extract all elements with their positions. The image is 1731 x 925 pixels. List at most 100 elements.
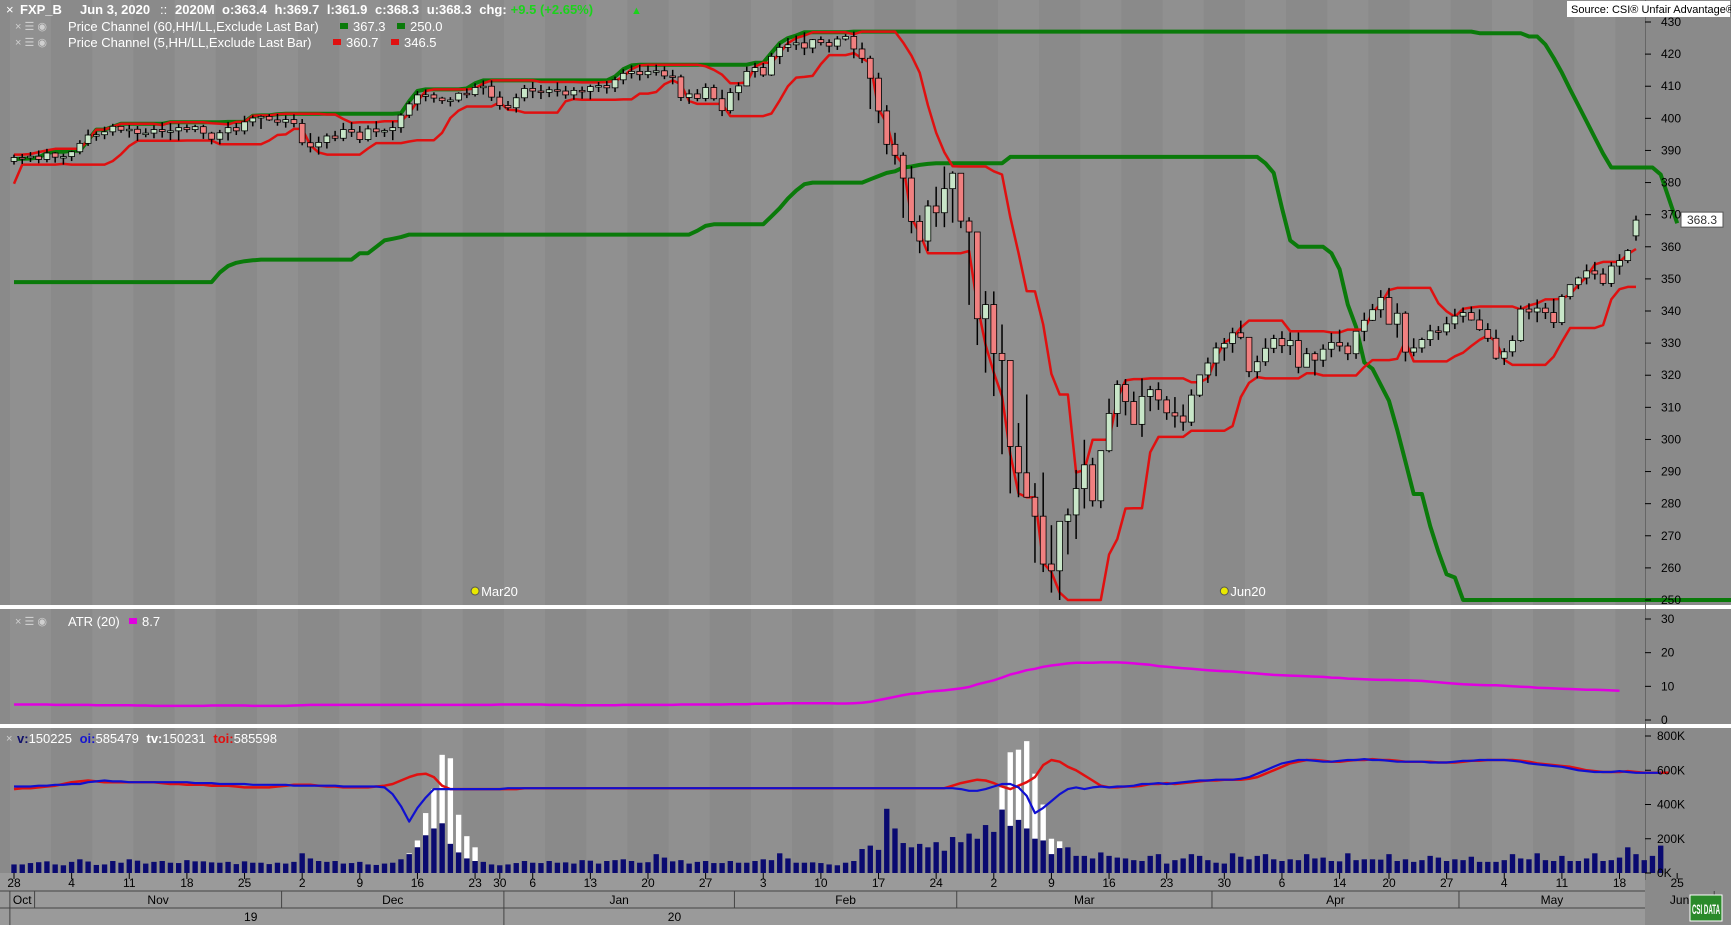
candle-body [200, 126, 207, 134]
volume-bar [801, 862, 808, 873]
volume-bar [52, 864, 58, 873]
candle-body [941, 188, 948, 214]
candle-body [899, 154, 907, 179]
week-stripe [1409, 0, 1451, 880]
candle-body [1303, 353, 1310, 368]
total-volume-bar [447, 758, 454, 844]
candle-body [290, 119, 298, 124]
candle-body [1105, 413, 1113, 452]
volume-bar [1213, 862, 1219, 873]
day-tick-label: 16 [411, 876, 425, 890]
volume-bar [530, 862, 536, 873]
panel-divider-2[interactable] [0, 724, 1731, 728]
candle-body [298, 123, 306, 144]
volume-bar [1633, 854, 1639, 873]
candle-body [1492, 337, 1500, 359]
volume-bar [439, 823, 445, 873]
candle-body [27, 155, 34, 159]
legend-close-icon[interactable]: × ☰ ◉ [15, 21, 47, 33]
week-stripe [1162, 0, 1204, 880]
candle-body [1278, 338, 1286, 347]
legend2-close-icon[interactable]: × ☰ ◉ [15, 37, 47, 49]
candle [405, 101, 413, 119]
volume-bar [842, 862, 849, 873]
candle-body [1369, 309, 1376, 321]
volume-bar [1534, 853, 1540, 873]
legend-pc5-label[interactable]: Price Channel (5,HH/LL,Exclude Last Bar) [68, 35, 312, 50]
day-tick-label: 20 [1382, 876, 1396, 890]
candle-body [191, 126, 199, 130]
candle-body [801, 42, 808, 49]
candle-body [587, 86, 594, 92]
candle-body [1344, 345, 1352, 355]
volume-bar [1361, 859, 1367, 873]
volume-bar [390, 862, 396, 873]
candle-body [389, 127, 397, 131]
candle [677, 74, 685, 101]
volume-bar [1254, 855, 1260, 873]
volume-bar [1402, 859, 1409, 873]
volume-bar [974, 838, 980, 873]
day-tick-label: 23 [1160, 876, 1174, 890]
candle-body [282, 119, 289, 123]
volume-bar [554, 862, 561, 873]
candle-body [710, 87, 718, 100]
volume-bar [1468, 856, 1475, 873]
contract-separator: :: [160, 2, 167, 17]
legend-pc60-v2: 250.0 [410, 19, 443, 34]
week-stripe [1327, 0, 1369, 880]
candle-body [825, 42, 833, 47]
legend-pc60-label[interactable]: Price Channel (60,HH/LL,Exclude Last Bar… [68, 19, 319, 34]
candle-body [348, 129, 355, 133]
candle-body [1188, 394, 1195, 423]
legend-atr-close-icon[interactable]: × ☰ ◉ [15, 616, 47, 628]
day-tick-label: 14 [1333, 876, 1347, 890]
total-volume-bar [1056, 841, 1063, 849]
candle-body [1591, 270, 1599, 275]
day-tick-label: 4 [1501, 876, 1508, 890]
volume-bar [1509, 854, 1516, 873]
volume-bar [1065, 847, 1071, 873]
month-label: May [1541, 893, 1564, 907]
panel-divider-1[interactable] [0, 605, 1731, 609]
price-axis-label: 260 [1661, 561, 1681, 575]
volume-bar [1221, 863, 1228, 873]
volume-bar [727, 861, 733, 873]
candle-body [578, 89, 586, 93]
week-stripe [668, 0, 710, 880]
volume-bar [884, 808, 890, 873]
volume-bar [27, 863, 34, 873]
volume-bar [851, 861, 857, 873]
volume-bar [143, 863, 149, 873]
candle-body [101, 131, 108, 136]
price-axis-label: 420 [1661, 47, 1681, 61]
volume-bar [307, 858, 314, 873]
month-label: Feb [835, 893, 856, 907]
candle-body [175, 127, 182, 132]
volume-bar [472, 861, 478, 873]
day-tick-label: 18 [1613, 876, 1627, 890]
candle-body [1138, 396, 1146, 425]
legend-vol-close-icon[interactable]: × [6, 733, 12, 745]
volume-bar [1196, 855, 1203, 873]
candle-body [1146, 389, 1154, 397]
volume-bar [900, 843, 906, 873]
candle-body [529, 88, 536, 92]
contract-roll-marker-icon [470, 586, 480, 596]
volume-bar [999, 809, 1005, 873]
candle-body [1525, 308, 1533, 313]
legend-atr-label[interactable]: ATR (20) [68, 614, 120, 629]
volume-bar [1040, 840, 1046, 873]
volume-bar [184, 860, 190, 873]
month-label: Nov [147, 893, 168, 907]
candle-body [381, 130, 388, 133]
candle-body [1023, 472, 1031, 498]
volume-bar [1369, 859, 1376, 873]
close-x-icon[interactable]: × [6, 2, 14, 17]
candle-body [916, 221, 923, 242]
candle-body [669, 75, 676, 78]
volume-bar [233, 864, 239, 873]
candle [1608, 262, 1615, 287]
volume-bar [958, 842, 964, 873]
volume-bar [637, 862, 643, 873]
